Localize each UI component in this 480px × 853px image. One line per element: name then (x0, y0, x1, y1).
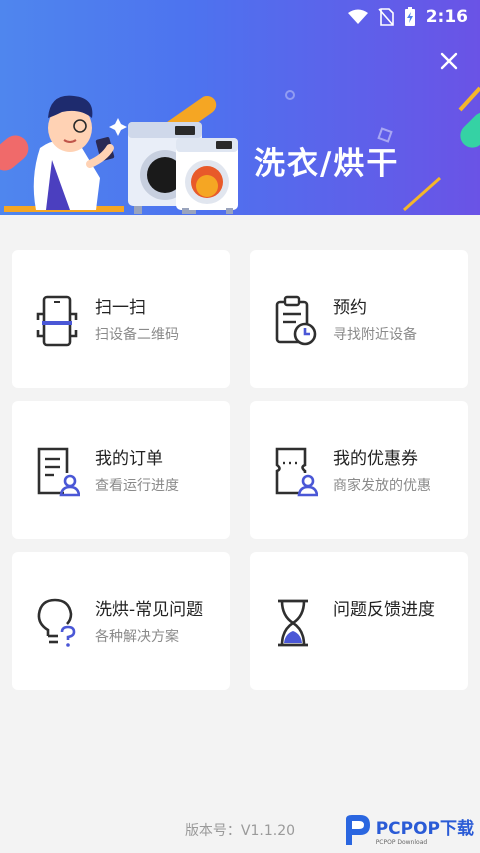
card-title: 我的订单 (95, 449, 163, 469)
card-faq[interactable]: 洗烘-常见问题 各种解决方案 (12, 552, 230, 690)
order-doc-user-icon (37, 447, 80, 497)
card-subtitle: 商家发放的优惠 (333, 478, 431, 494)
card-title: 扫一扫 (95, 298, 146, 318)
lightbulb-question-icon (37, 598, 76, 647)
card-subtitle: 扫设备二维码 (95, 327, 179, 343)
card-feedback[interactable]: 问题反馈进度 (250, 552, 468, 690)
card-title: 我的优惠券 (333, 449, 418, 469)
card-orders[interactable]: 我的订单 查看运行进度 (12, 401, 230, 539)
close-button[interactable] (436, 48, 462, 74)
header-banner: 2:16 洗衣/烘干 (0, 0, 480, 215)
feature-grid: 扫一扫 扫设备二维码 预约 寻找附近设备 我的订单 查看运行进度 我的优惠券 商… (12, 250, 468, 690)
battery-charging-icon (404, 7, 415, 26)
card-subtitle: 查看运行进度 (95, 478, 179, 494)
close-icon (440, 52, 458, 70)
card-reserve[interactable]: 预约 寻找附近设备 (250, 250, 468, 388)
card-title: 问题反馈进度 (333, 600, 435, 620)
card-subtitle: 各种解决方案 (95, 629, 179, 645)
status-bar: 2:16 (0, 0, 480, 34)
clock: 2:16 (425, 7, 468, 27)
card-title: 洗烘-常见问题 (95, 600, 204, 620)
wifi-icon (347, 9, 368, 24)
hourglass-icon (278, 599, 308, 647)
card-subtitle: 寻找附近设备 (333, 327, 417, 343)
page-title: 洗衣/烘干 (254, 146, 400, 182)
card-scan[interactable]: 扫一扫 扫设备二维码 (12, 250, 230, 388)
coupon-user-icon (275, 447, 318, 497)
card-title: 预约 (333, 298, 367, 318)
no-sim-icon (378, 8, 394, 26)
laundry-illustration (4, 95, 238, 214)
watermark-sub: PCPOP Download (375, 839, 428, 846)
watermark: PCPOP下载 PCPOP Download (342, 813, 474, 847)
clipboard-clock-icon (275, 295, 317, 346)
card-coupons[interactable]: 我的优惠券 商家发放的优惠 (250, 401, 468, 539)
watermark-brand: PCPOP下载 (375, 819, 474, 839)
scan-phone-icon (36, 295, 78, 347)
pcpop-logo-icon (345, 815, 370, 845)
